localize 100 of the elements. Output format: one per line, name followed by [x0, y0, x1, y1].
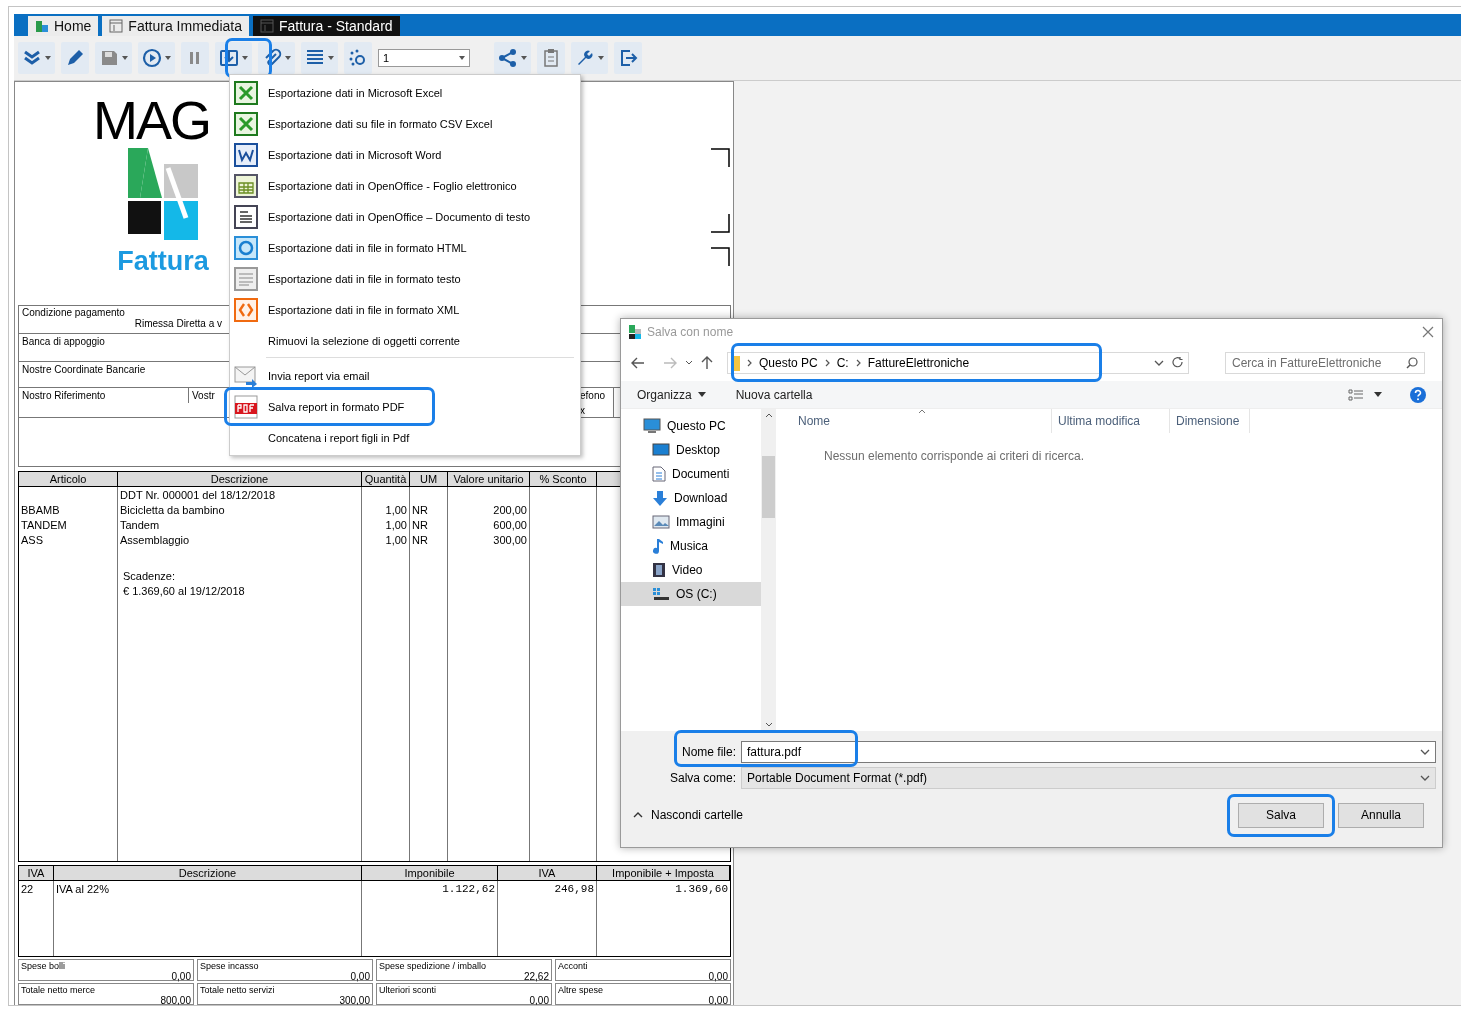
table-cell: Tandem — [120, 519, 160, 531]
save-button[interactable]: Salva — [1238, 802, 1324, 828]
table-cell: BBAMB — [21, 504, 60, 516]
menu-item[interactable]: Esportazione dati in file in formato testo — [230, 263, 580, 294]
total-label: Totale netto servizi — [200, 985, 276, 995]
cancel-button[interactable]: Annulla — [1338, 802, 1424, 828]
help-icon[interactable] — [1410, 386, 1426, 403]
scroll-down-icon[interactable] — [764, 722, 773, 727]
chevron-down-icon[interactable] — [1420, 748, 1430, 755]
menu-item[interactable]: Rimuovi la selezione di oggetti corrente — [230, 325, 580, 356]
menu-item[interactable]: Esportazione dati in Microsoft Word — [230, 139, 580, 170]
total-label: Ulteriori sconti — [379, 985, 437, 995]
share-button[interactable] — [494, 42, 531, 74]
nav-item[interactable]: Desktop — [621, 438, 761, 462]
file-name-field[interactable]: fattura.pdf — [741, 740, 1436, 763]
column-header: UM — [410, 472, 448, 487]
total-label: Totale netto merce — [21, 985, 97, 995]
breadcrumb[interactable]: Questo PC — [759, 356, 818, 370]
paperclip-button[interactable] — [258, 42, 295, 74]
tab[interactable]: Fattura Immediata — [102, 16, 249, 36]
tab[interactable]: Fattura - Standard — [252, 16, 400, 36]
table-icon — [234, 173, 258, 198]
note-text: Scadenze: — [123, 570, 175, 582]
table-cell: 22 — [21, 883, 34, 895]
chevron-down-icon[interactable] — [1154, 360, 1164, 366]
globe-icon — [234, 235, 258, 260]
view-icon[interactable] — [1348, 388, 1364, 401]
total-label: Spese spedizione / imballo — [379, 961, 488, 971]
organize-button[interactable]: Organizza — [637, 387, 706, 402]
field-label: Nome file: — [680, 744, 737, 759]
export-button[interactable] — [215, 42, 252, 74]
breadcrumb[interactable]: C: — [836, 356, 849, 370]
menu-item[interactable]: Invia report via email — [230, 360, 580, 391]
menu-item[interactable]: Esportazione dati in OpenOffice - Foglio elettronico — [230, 170, 580, 201]
wrench-button[interactable] — [571, 42, 608, 74]
text-file-icon — [234, 266, 258, 291]
menu-item[interactable]: Salva report in formato PDF — [230, 391, 580, 422]
menu-item[interactable]: Esportazione dati in file in formato HTML — [230, 232, 580, 263]
caret-icon — [598, 56, 604, 60]
nav-item[interactable]: Download — [621, 486, 761, 510]
nav-item[interactable]: OS (C:) — [621, 582, 761, 606]
caret-icon — [45, 56, 51, 60]
hide-folders-button[interactable]: Nascondi cartelle — [633, 808, 744, 822]
table-cell: 1,00 — [385, 504, 407, 516]
caret-icon[interactable] — [1374, 392, 1382, 397]
nav-item[interactable]: Video — [621, 558, 761, 582]
app-icon — [629, 325, 641, 339]
folder-icon — [732, 355, 740, 371]
caret-icon — [521, 56, 527, 60]
gear-button[interactable] — [344, 42, 372, 74]
menu-item[interactable]: Esportazione dati su file in formato CSV Excel — [230, 108, 580, 139]
back-arrow-icon[interactable] — [631, 357, 645, 369]
tab[interactable]: Home — [28, 16, 99, 36]
table-cell: 1.369,60 — [675, 883, 728, 895]
save-button[interactable] — [95, 42, 132, 74]
refresh-icon[interactable] — [1172, 357, 1184, 369]
total-label: Acconti — [558, 961, 589, 971]
column-header[interactable]: Dimensione — [1176, 414, 1240, 428]
scrollbar-thumb[interactable] — [762, 456, 775, 518]
pause-button[interactable] — [181, 42, 209, 74]
menu-item[interactable]: Esportazione dati in file in formato XML — [230, 294, 580, 325]
total-value: 800,00 — [159, 995, 191, 1005]
file-type-dropdown[interactable]: Portable Document Format (*.pdf) — [741, 766, 1436, 789]
column-header[interactable]: Nome — [798, 414, 830, 428]
play-button[interactable] — [138, 42, 175, 74]
page-field[interactable]: 1 — [378, 49, 470, 67]
caret-icon — [122, 56, 128, 60]
nav-item[interactable]: Questo PC — [621, 414, 761, 438]
download-icon — [652, 489, 668, 507]
column-header[interactable]: Ultima modifica — [1058, 414, 1141, 428]
field-label: Vostr — [192, 390, 215, 401]
nav-item[interactable]: Immagini — [621, 510, 761, 534]
exit-button[interactable] — [614, 42, 642, 74]
scroll-up-icon[interactable] — [764, 413, 773, 418]
nav-item[interactable]: Documenti — [621, 462, 761, 486]
menu-item[interactable]: Concatena i report figli in Pdf — [230, 422, 580, 453]
chevron-down-icon[interactable] — [685, 360, 693, 366]
double-chevron-button[interactable] — [18, 42, 55, 74]
clipboard-button[interactable] — [537, 42, 565, 74]
table-cell: 1.122,62 — [442, 883, 495, 895]
search-field[interactable]: Cerca in FattureElettroniche — [1225, 352, 1425, 374]
menu-item[interactable]: Esportazione dati in Microsoft Excel — [230, 77, 580, 108]
pencil-button[interactable] — [61, 42, 89, 74]
breadcrumb[interactable]: FattureElettroniche — [867, 356, 970, 370]
up-arrow-icon[interactable] — [701, 356, 713, 370]
total-value: 0,00 — [707, 971, 728, 982]
menu-item[interactable]: Esportazione dati in OpenOffice – Documento di testo — [230, 201, 580, 232]
caret-icon — [285, 56, 291, 60]
nav-item[interactable]: Musica — [621, 534, 761, 558]
table-cell: Bicicletta da bambino — [120, 504, 225, 516]
list-button[interactable] — [301, 42, 338, 74]
search-icon[interactable] — [1406, 357, 1418, 369]
close-icon[interactable] — [1422, 326, 1434, 338]
address-bar[interactable]: Questo PC C: FattureElettroniche — [727, 352, 1189, 374]
caret-icon — [165, 56, 171, 60]
dialog-title: Salva con nome — [647, 325, 734, 339]
table-cell: DDT Nr. 000001 del 18/12/2018 — [120, 489, 276, 501]
new-folder-button[interactable]: Nuova cartella — [735, 387, 813, 402]
field-label: Condizione pagamento — [22, 307, 125, 318]
scrollbar[interactable] — [761, 409, 776, 731]
